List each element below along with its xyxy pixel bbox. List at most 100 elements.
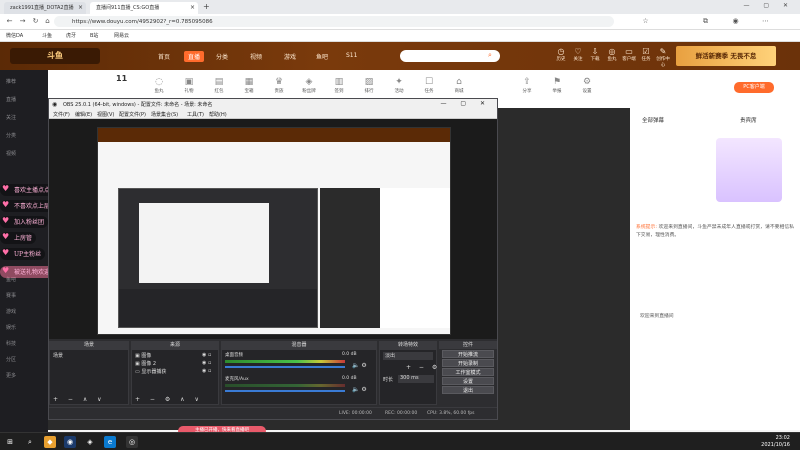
room-tool[interactable]: ☐ 任务 (418, 76, 440, 94)
close-icon[interactable]: × (190, 4, 195, 11)
visibility-icon[interactable]: ◉ ▫ (202, 352, 211, 358)
bookmark-item[interactable]: 微信DA (6, 32, 23, 39)
room-tool[interactable]: ⚑ 举报 (546, 76, 568, 94)
sidebar-item[interactable]: 赛事 (6, 292, 16, 299)
sidebar-item[interactable]: 科技 (6, 340, 16, 347)
task-button[interactable]: ☑ 任务 (638, 47, 654, 62)
room-tool[interactable]: ▨ 排行 (358, 76, 380, 94)
source-item[interactable]: ▭ 显示器捕获 (135, 368, 166, 375)
sidebar-item[interactable]: 更多 (6, 372, 16, 379)
app-icon[interactable]: ◈ (84, 436, 96, 448)
nav-games[interactable]: 游戏 (284, 52, 296, 61)
menu-icon[interactable]: ⋯ (760, 16, 771, 27)
steam-icon[interactable]: ◉ (64, 436, 76, 448)
address-input[interactable] (54, 16, 614, 27)
studio-mode-button[interactable]: 工作室模式 (442, 368, 494, 376)
new-tab-button[interactable]: + (203, 2, 210, 11)
sidebar-item[interactable]: 直播 (6, 96, 16, 103)
home-icon[interactable]: ⌂ (42, 16, 53, 27)
anime-avatar-banner[interactable] (716, 138, 782, 202)
menu-tools[interactable]: 工具(T) (187, 111, 204, 118)
extensions-icon[interactable]: ⧉ (700, 16, 711, 27)
nav-s11[interactable]: S11 (346, 52, 357, 59)
history-button[interactable]: ◷ 历史 (553, 47, 569, 62)
download-button[interactable]: ⇩ 下载 (587, 47, 603, 62)
settings-button[interactable]: 设置 (442, 377, 494, 385)
search-icon[interactable]: ⌕ (24, 436, 36, 448)
menu-profile[interactable]: 配置文件(P) (119, 111, 146, 118)
source-item[interactable]: ▣ 图像 2 (135, 360, 156, 367)
nav-video[interactable]: 视频 (250, 52, 262, 61)
sidebar-item[interactable]: 视频 (6, 150, 16, 157)
room-tool[interactable]: ▣ 礼物 (178, 76, 200, 94)
menu-view[interactable]: 视图(V) (97, 111, 114, 118)
bookmark-item[interactable]: 斗鱼 (42, 32, 52, 39)
sidebar-item[interactable]: 推荐 (6, 78, 16, 85)
menu-scene-collection[interactable]: 场景集合(S) (151, 111, 178, 118)
room-tool[interactable]: ◈ 粉丝牌 (298, 76, 320, 94)
refresh-icon[interactable]: ↻ (30, 16, 41, 27)
pc-client-button[interactable]: PC客户端 (734, 82, 774, 93)
nav-live[interactable]: 直播 (184, 51, 205, 62)
speaker-icon[interactable]: 🔈 ⚙ (352, 386, 367, 393)
menu-help[interactable]: 帮助(H) (209, 111, 227, 118)
obs-titlebar[interactable]: ◉ OBS 25.0.1 (64-bit, windows) - 配置文件: 未… (49, 99, 497, 110)
search-input[interactable] (400, 50, 500, 62)
start-streaming-button[interactable]: 开始推流 (442, 350, 494, 358)
sidebar-item[interactable]: 娱乐 (6, 324, 16, 331)
scene-controls[interactable]: + − ∧ ∨ (53, 396, 106, 403)
bookmark-item[interactable]: 虎牙 (66, 32, 76, 39)
obs-icon[interactable]: ◎ (126, 436, 138, 448)
bookmark-item[interactable]: 网易云 (114, 32, 129, 39)
forward-icon[interactable]: → (17, 16, 28, 27)
room-tool[interactable]: ⌂ 商城 (448, 76, 470, 94)
system-clock[interactable]: 23:02 2021/10/16 (761, 435, 790, 449)
visibility-icon[interactable]: ◉ ▫ (202, 360, 211, 366)
close-icon[interactable]: × (78, 4, 83, 11)
room-tool[interactable]: ⇪ 分享 (516, 76, 538, 94)
volume-slider[interactable] (225, 390, 345, 392)
room-tool[interactable]: ▤ 红包 (208, 76, 230, 94)
sidebar-item[interactable]: 关注 (6, 114, 16, 121)
chat-tab-all[interactable]: 全部弹幕 (642, 116, 664, 124)
exit-button[interactable]: 退出 (442, 386, 494, 394)
room-tool[interactable]: ◌ 鱼丸 (148, 76, 170, 94)
browser-tab-2[interactable]: 直播间911直播_CS:GO直播 × (90, 2, 198, 14)
windows-start-icon[interactable]: ⊞ (4, 436, 16, 448)
menu-file[interactable]: 文件(F) (53, 111, 70, 118)
menu-edit[interactable]: 编辑(E) (75, 111, 92, 118)
sidebar-item[interactable]: 分类 (6, 132, 16, 139)
client-button[interactable]: ▭ 客户端 (621, 47, 637, 62)
season-banner[interactable]: 鲜活新赛季 无畏不怠 (676, 46, 776, 66)
app-icon[interactable]: ◆ (44, 436, 56, 448)
search-icon[interactable]: ⌕ (488, 51, 492, 60)
room-tool[interactable]: ▥ 签到 (328, 76, 350, 94)
transition-controls[interactable]: + − ⚙ (406, 364, 440, 371)
room-tool[interactable]: ♛ 贵族 (268, 76, 290, 94)
profile-icon[interactable]: ◉ (730, 16, 741, 27)
scene-item[interactable]: 场景 (53, 352, 63, 359)
bookmark-item[interactable]: B站 (90, 32, 98, 39)
nav-yuba[interactable]: 鱼吧 (316, 52, 328, 61)
follow-button[interactable]: ♡ 关注 (570, 47, 586, 62)
obs-preview[interactable] (49, 119, 497, 339)
fishball-button[interactable]: ◎ 鱼丸 (604, 47, 620, 62)
edge-icon[interactable]: e (104, 436, 116, 448)
sidebar-item[interactable]: 分区 (6, 356, 16, 363)
duration-input[interactable]: 300 ms (398, 375, 434, 383)
visibility-icon[interactable]: ◉ ▫ (202, 368, 211, 374)
nav-home[interactable]: 首页 (158, 52, 170, 61)
room-tool[interactable]: ⚙ 设置 (576, 76, 598, 94)
transition-select[interactable]: 淡出 (383, 352, 433, 360)
browser-tab-1[interactable]: zack1991直播_DOTA2直播 × (4, 2, 86, 14)
room-tool[interactable]: ✦ 活动 (388, 76, 410, 94)
speaker-icon[interactable]: 🔈 ⚙ (352, 362, 367, 369)
window-controls[interactable]: — ▢ ✕ (743, 2, 794, 9)
window-controls[interactable]: — ▢ ✕ (440, 100, 491, 107)
creator-button[interactable]: ✎ 创作中心 (655, 47, 671, 68)
volume-slider[interactable] (225, 366, 345, 368)
start-recording-button[interactable]: 开始录制 (442, 359, 494, 367)
site-logo[interactable]: 斗鱼 (10, 48, 100, 64)
source-controls[interactable]: + − ⚙ ∧ ∨ (135, 396, 203, 403)
chat-tab-vip[interactable]: 贵宾席 (740, 116, 757, 124)
